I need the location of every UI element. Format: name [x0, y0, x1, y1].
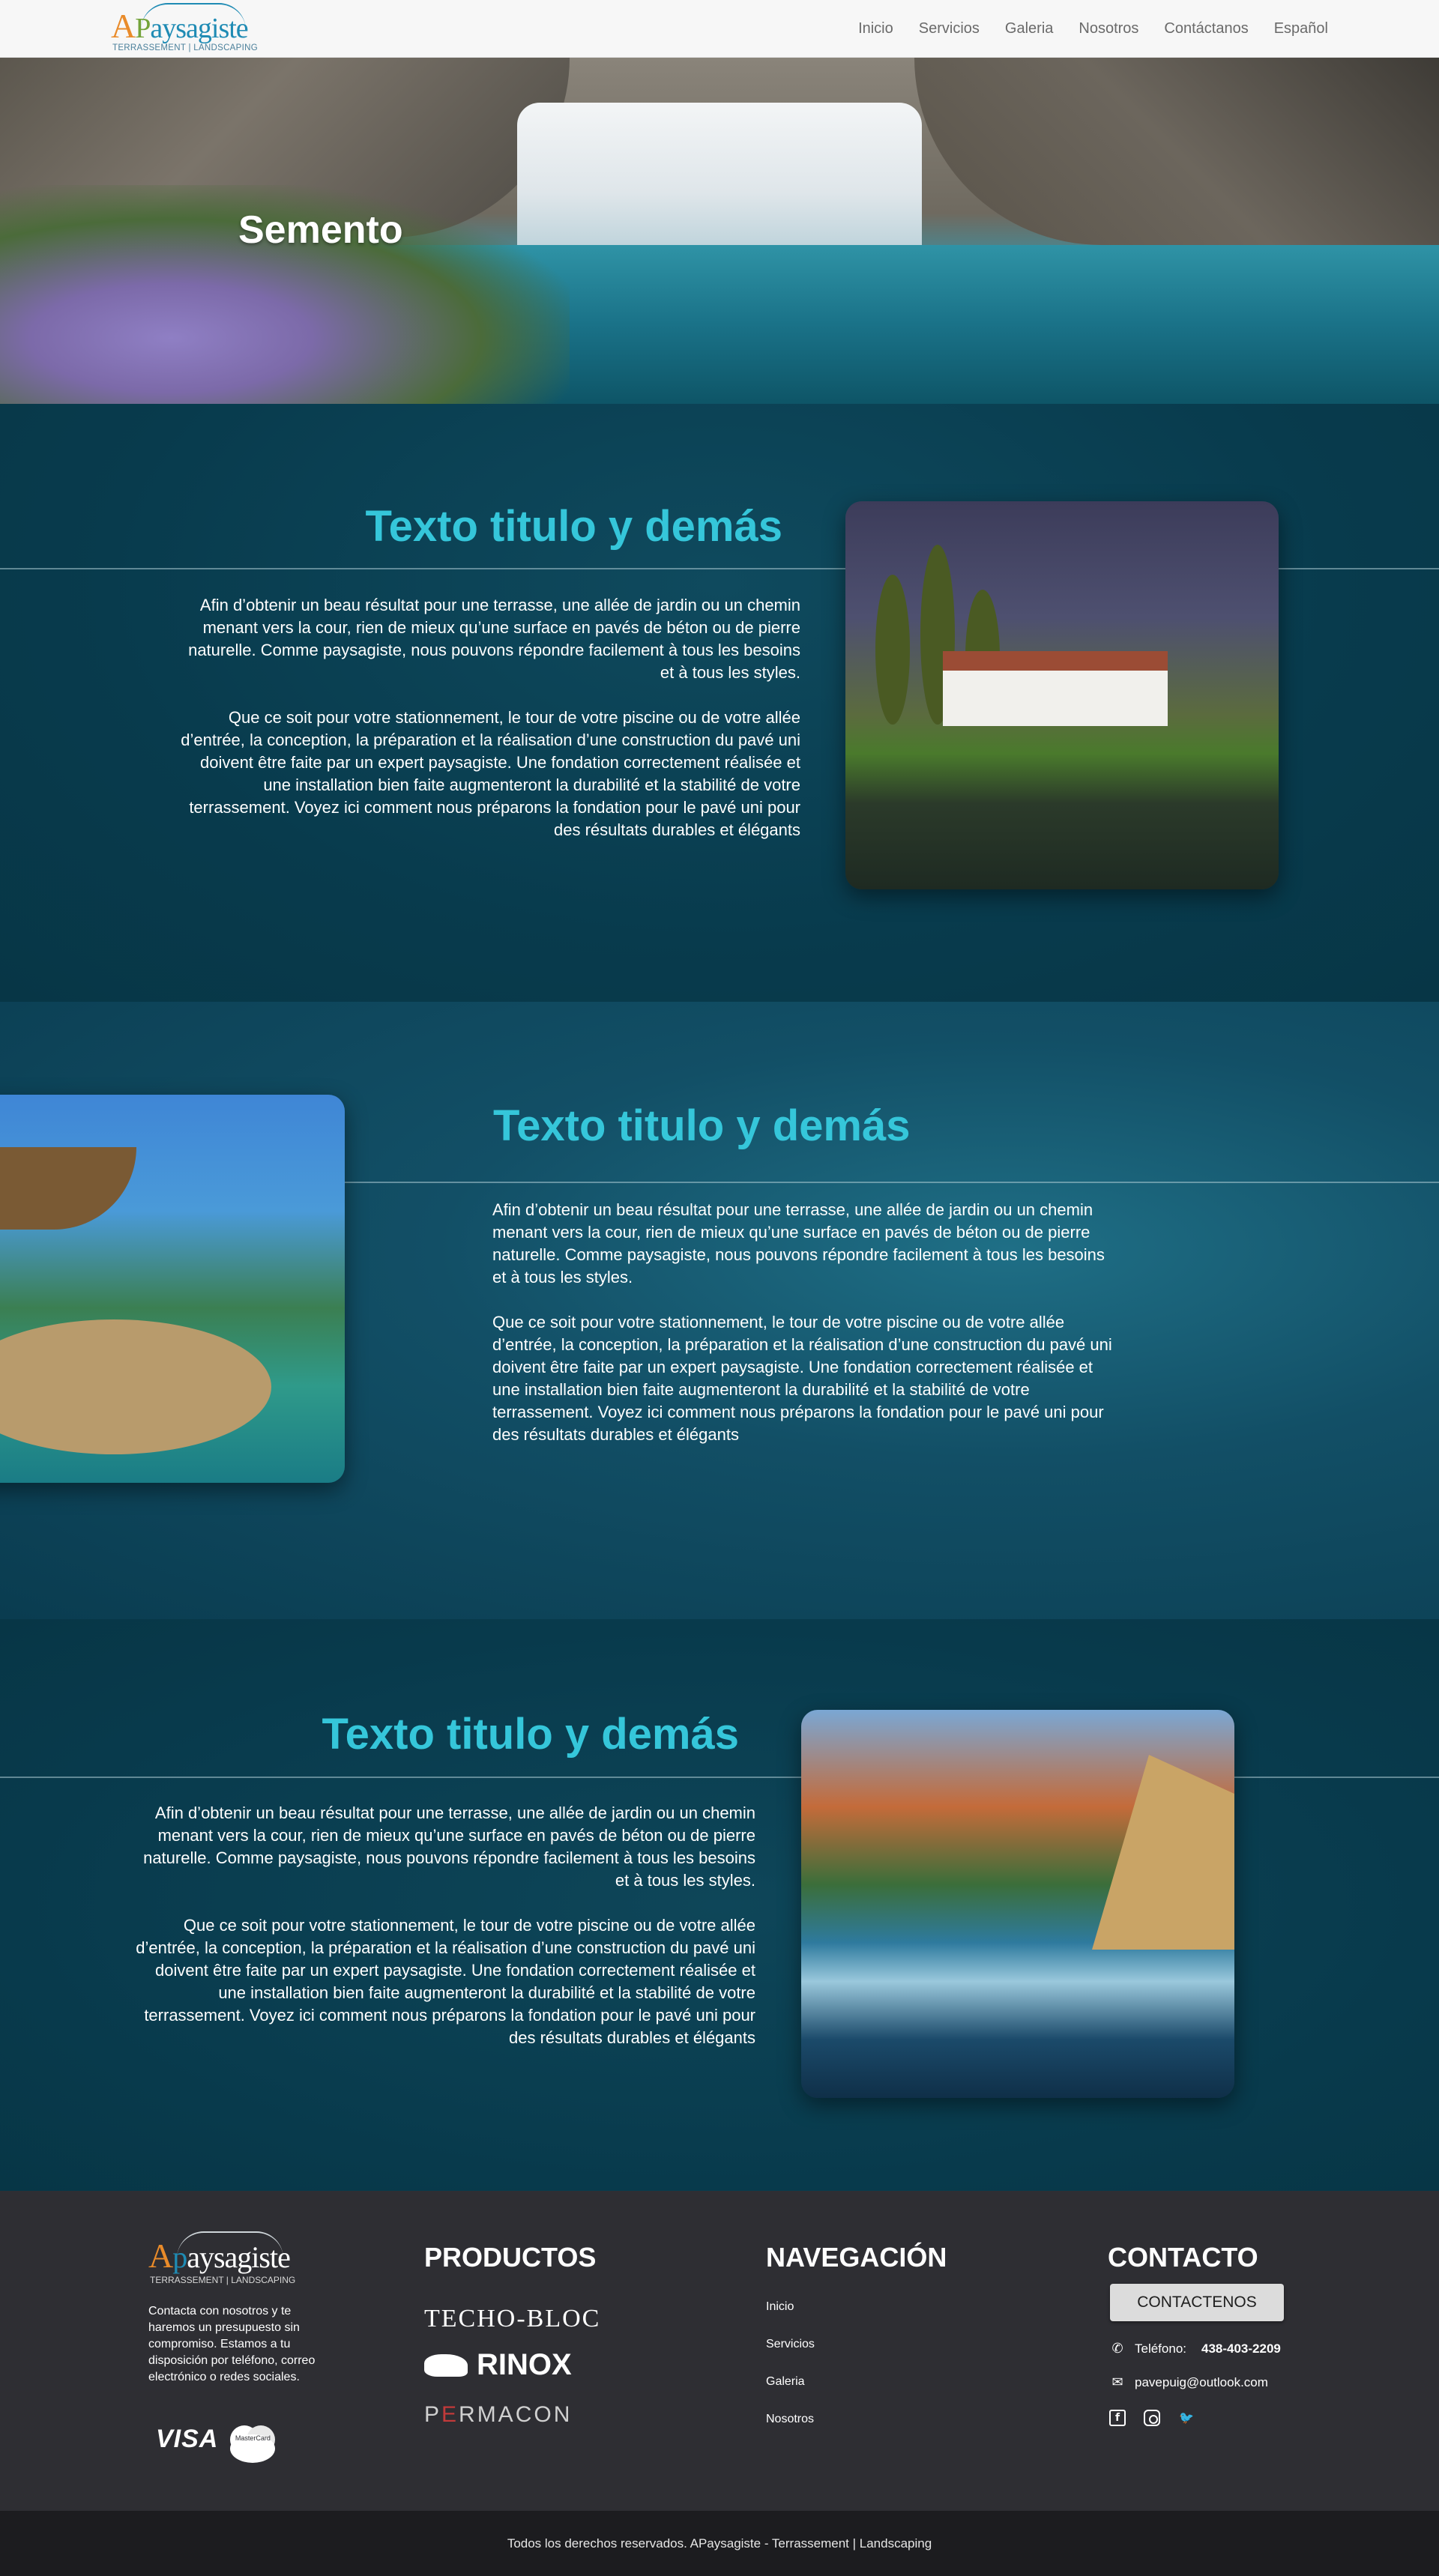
twitter-icon[interactable]: 🐦 — [1178, 2410, 1195, 2426]
footer-link-servicios[interactable]: Servicios — [766, 2326, 815, 2363]
email-icon: ✉ — [1111, 2374, 1123, 2389]
email-address[interactable]: pavepuig@outlook.com — [1135, 2375, 1268, 2390]
nav-item-language[interactable]: Español — [1274, 20, 1328, 37]
copyright-bar: Todos los derechos reservados. APaysagis… — [0, 2511, 1439, 2576]
social-links: f 🐦 — [1109, 2410, 1195, 2426]
site-logo[interactable]: APaysagiste TERRASSEMENT | LANDSCAPING — [111, 3, 258, 54]
footer-logo[interactable]: Apaysagiste TERRASSEMENT | LANDSCAPING — [148, 2231, 295, 2285]
footer-link-inicio[interactable]: Inicio — [766, 2288, 815, 2326]
techo-bloc-logo[interactable]: TECHO-BLOC — [424, 2305, 600, 2333]
hero-banner: Semento — [0, 58, 1439, 404]
logo-subtitle: TERRASSEMENT | LANDSCAPING — [112, 43, 258, 52]
logo-subtitle: TERRASSEMENT | LANDSCAPING — [150, 2275, 296, 2285]
rinox-logo[interactable]: RINOX — [424, 2348, 572, 2382]
email-row: ✉ pavepuig@outlook.com — [1109, 2374, 1268, 2390]
site-header: APaysagiste TERRASSEMENT | LANDSCAPING I… — [0, 0, 1439, 58]
hero-waterfall — [517, 103, 922, 253]
nav-item-contactanos[interactable]: Contáctanos — [1164, 20, 1248, 37]
hero-cliff-right — [914, 58, 1439, 245]
payment-cards: VISA MasterCard — [156, 2425, 276, 2463]
section-title: Texto titulo y demás — [493, 1101, 911, 1150]
footer-link-nosotros[interactable]: Nosotros — [766, 2401, 815, 2438]
section-paragraph: Afin d’obtenir un beau résultat pour une… — [492, 1200, 1105, 1287]
phone-row: ✆ Teléfono: 438-403-2209 — [1109, 2341, 1281, 2356]
section-paragraph: Que ce soit pour votre stationnement, le… — [181, 708, 800, 839]
section-paragraph: Que ce soit pour votre stationnement, le… — [136, 1916, 755, 2047]
nav-item-inicio[interactable]: Inicio — [858, 20, 893, 37]
tree-shape — [875, 575, 910, 725]
phone-label: Teléfono: — [1135, 2341, 1186, 2356]
sand-shape — [0, 1319, 271, 1454]
section-text: Afin d’obtenir un beau résultat pour une… — [492, 1199, 1113, 1446]
permacon-logo[interactable]: PERMACON — [424, 2402, 572, 2428]
mountain-shape — [1092, 1755, 1234, 1950]
navigation-heading: NAVEGACIÓN — [766, 2242, 947, 2273]
house-shape — [943, 651, 1168, 726]
content-section-1: Texto titulo y demás Afin d’obtenir un b… — [0, 404, 1439, 1002]
section-title: Texto titulo y demás — [365, 502, 782, 551]
rhino-icon — [424, 2353, 468, 2377]
visa-logo: VISA — [156, 2425, 219, 2453]
section-text: Afin d’obtenir un beau résultat pour une… — [135, 1802, 755, 2049]
section-paragraph: Afin d’obtenir un beau résultat pour une… — [188, 596, 800, 682]
section-paragraph: Afin d’obtenir un beau résultat pour une… — [143, 1803, 755, 1890]
phone-number[interactable]: 438-403-2209 — [1201, 2341, 1281, 2356]
facebook-icon[interactable]: f — [1109, 2410, 1126, 2426]
footer-link-galeria[interactable]: Galeria — [766, 2363, 815, 2401]
content-section-3: Texto titulo y demás Afin d’obtenir un b… — [0, 1619, 1439, 2191]
content-section-2: Texto titulo y demás Afin d’obtenir un b… — [0, 1002, 1439, 1619]
nav-item-nosotros[interactable]: Nosotros — [1079, 20, 1138, 37]
mastercard-logo: MasterCard — [230, 2425, 276, 2463]
products-heading: PRODUCTOS — [424, 2242, 597, 2273]
contact-button[interactable]: CONTACTENOS — [1110, 2284, 1284, 2321]
hut-shape — [0, 1147, 136, 1230]
section-text: Afin d’obtenir un beau résultat pour une… — [180, 594, 800, 841]
hero-title: Semento — [238, 208, 403, 252]
copyright-text: Todos los derechos reservados. APaysagis… — [507, 2536, 932, 2551]
section-title: Texto titulo y demás — [322, 1710, 739, 1759]
nav-item-servicios[interactable]: Servicios — [919, 20, 980, 37]
house-photo — [845, 501, 1279, 889]
contact-heading: CONTACTO — [1108, 2242, 1258, 2273]
nav-item-galeria[interactable]: Galeria — [1005, 20, 1053, 37]
instagram-icon[interactable] — [1144, 2410, 1160, 2426]
footer-about-text: Contacta con nosotros y te haremos un pr… — [148, 2305, 316, 2383]
section-paragraph: Que ce soit pour votre stationnement, le… — [492, 1313, 1112, 1444]
site-footer: Apaysagiste TERRASSEMENT | LANDSCAPING C… — [0, 2191, 1439, 2511]
logo-wordmark: APaysagiste — [111, 7, 249, 45]
logo-wordmark: Apaysagiste — [148, 2237, 291, 2275]
main-nav: Inicio Servicios Galeria Nosotros Contác… — [858, 0, 1328, 58]
tropical-photo — [0, 1095, 345, 1483]
footer-nav: Inicio Servicios Galeria Nosotros — [766, 2288, 815, 2438]
autumn-lake-photo — [801, 1710, 1234, 2098]
phone-icon: ✆ — [1111, 2341, 1123, 2356]
